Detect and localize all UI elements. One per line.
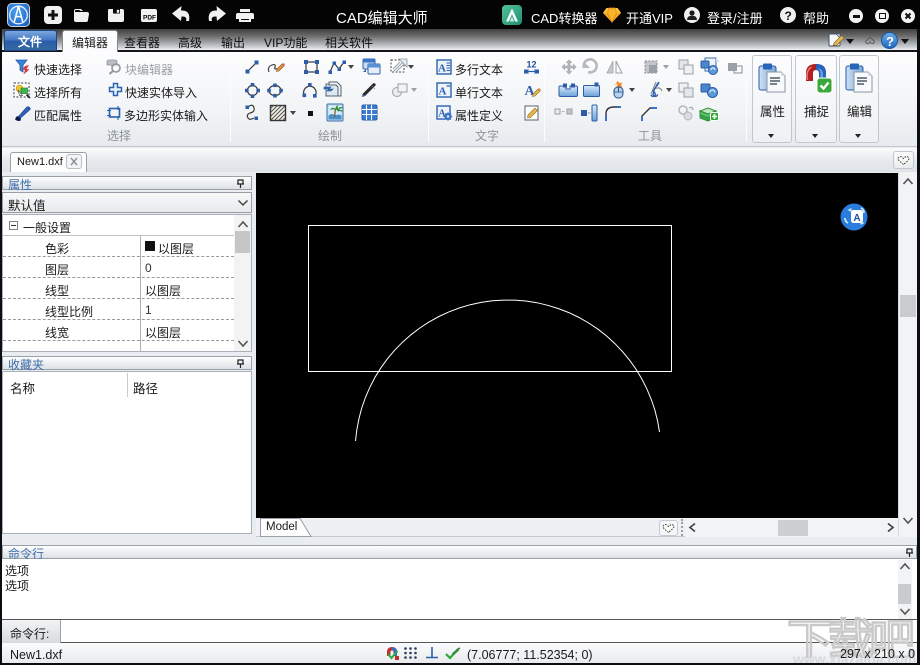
svg-text:A: A <box>853 213 860 224</box>
svg-text:PDF: PDF <box>143 15 156 22</box>
svg-text:A: A <box>438 63 446 75</box>
svg-text:12: 12 <box>526 60 536 70</box>
svg-text:A: A <box>439 86 447 98</box>
